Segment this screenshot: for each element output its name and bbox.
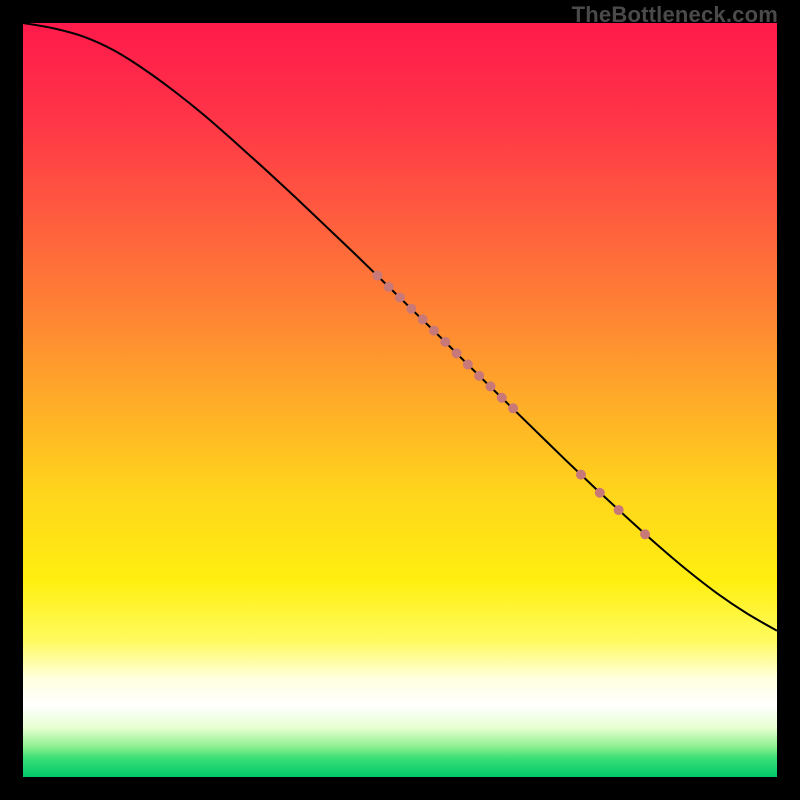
plot-background <box>23 23 777 777</box>
data-marker <box>418 314 428 324</box>
data-marker <box>474 371 484 381</box>
data-marker <box>497 393 507 403</box>
data-marker <box>406 304 416 314</box>
data-marker <box>395 292 405 302</box>
data-marker <box>614 505 624 515</box>
chart-frame: { "watermark": "TheBottleneck.com", "cha… <box>0 0 800 800</box>
data-marker <box>429 326 439 336</box>
data-marker <box>452 348 462 358</box>
data-marker <box>463 360 473 370</box>
data-marker <box>440 337 450 347</box>
data-marker <box>384 282 394 292</box>
data-marker <box>485 381 495 391</box>
data-marker <box>595 488 605 498</box>
data-marker <box>640 529 650 539</box>
data-marker <box>372 271 382 281</box>
chart-plot <box>23 23 777 777</box>
data-marker <box>508 403 518 413</box>
watermark-label: TheBottleneck.com <box>572 2 778 28</box>
data-marker <box>576 470 586 480</box>
